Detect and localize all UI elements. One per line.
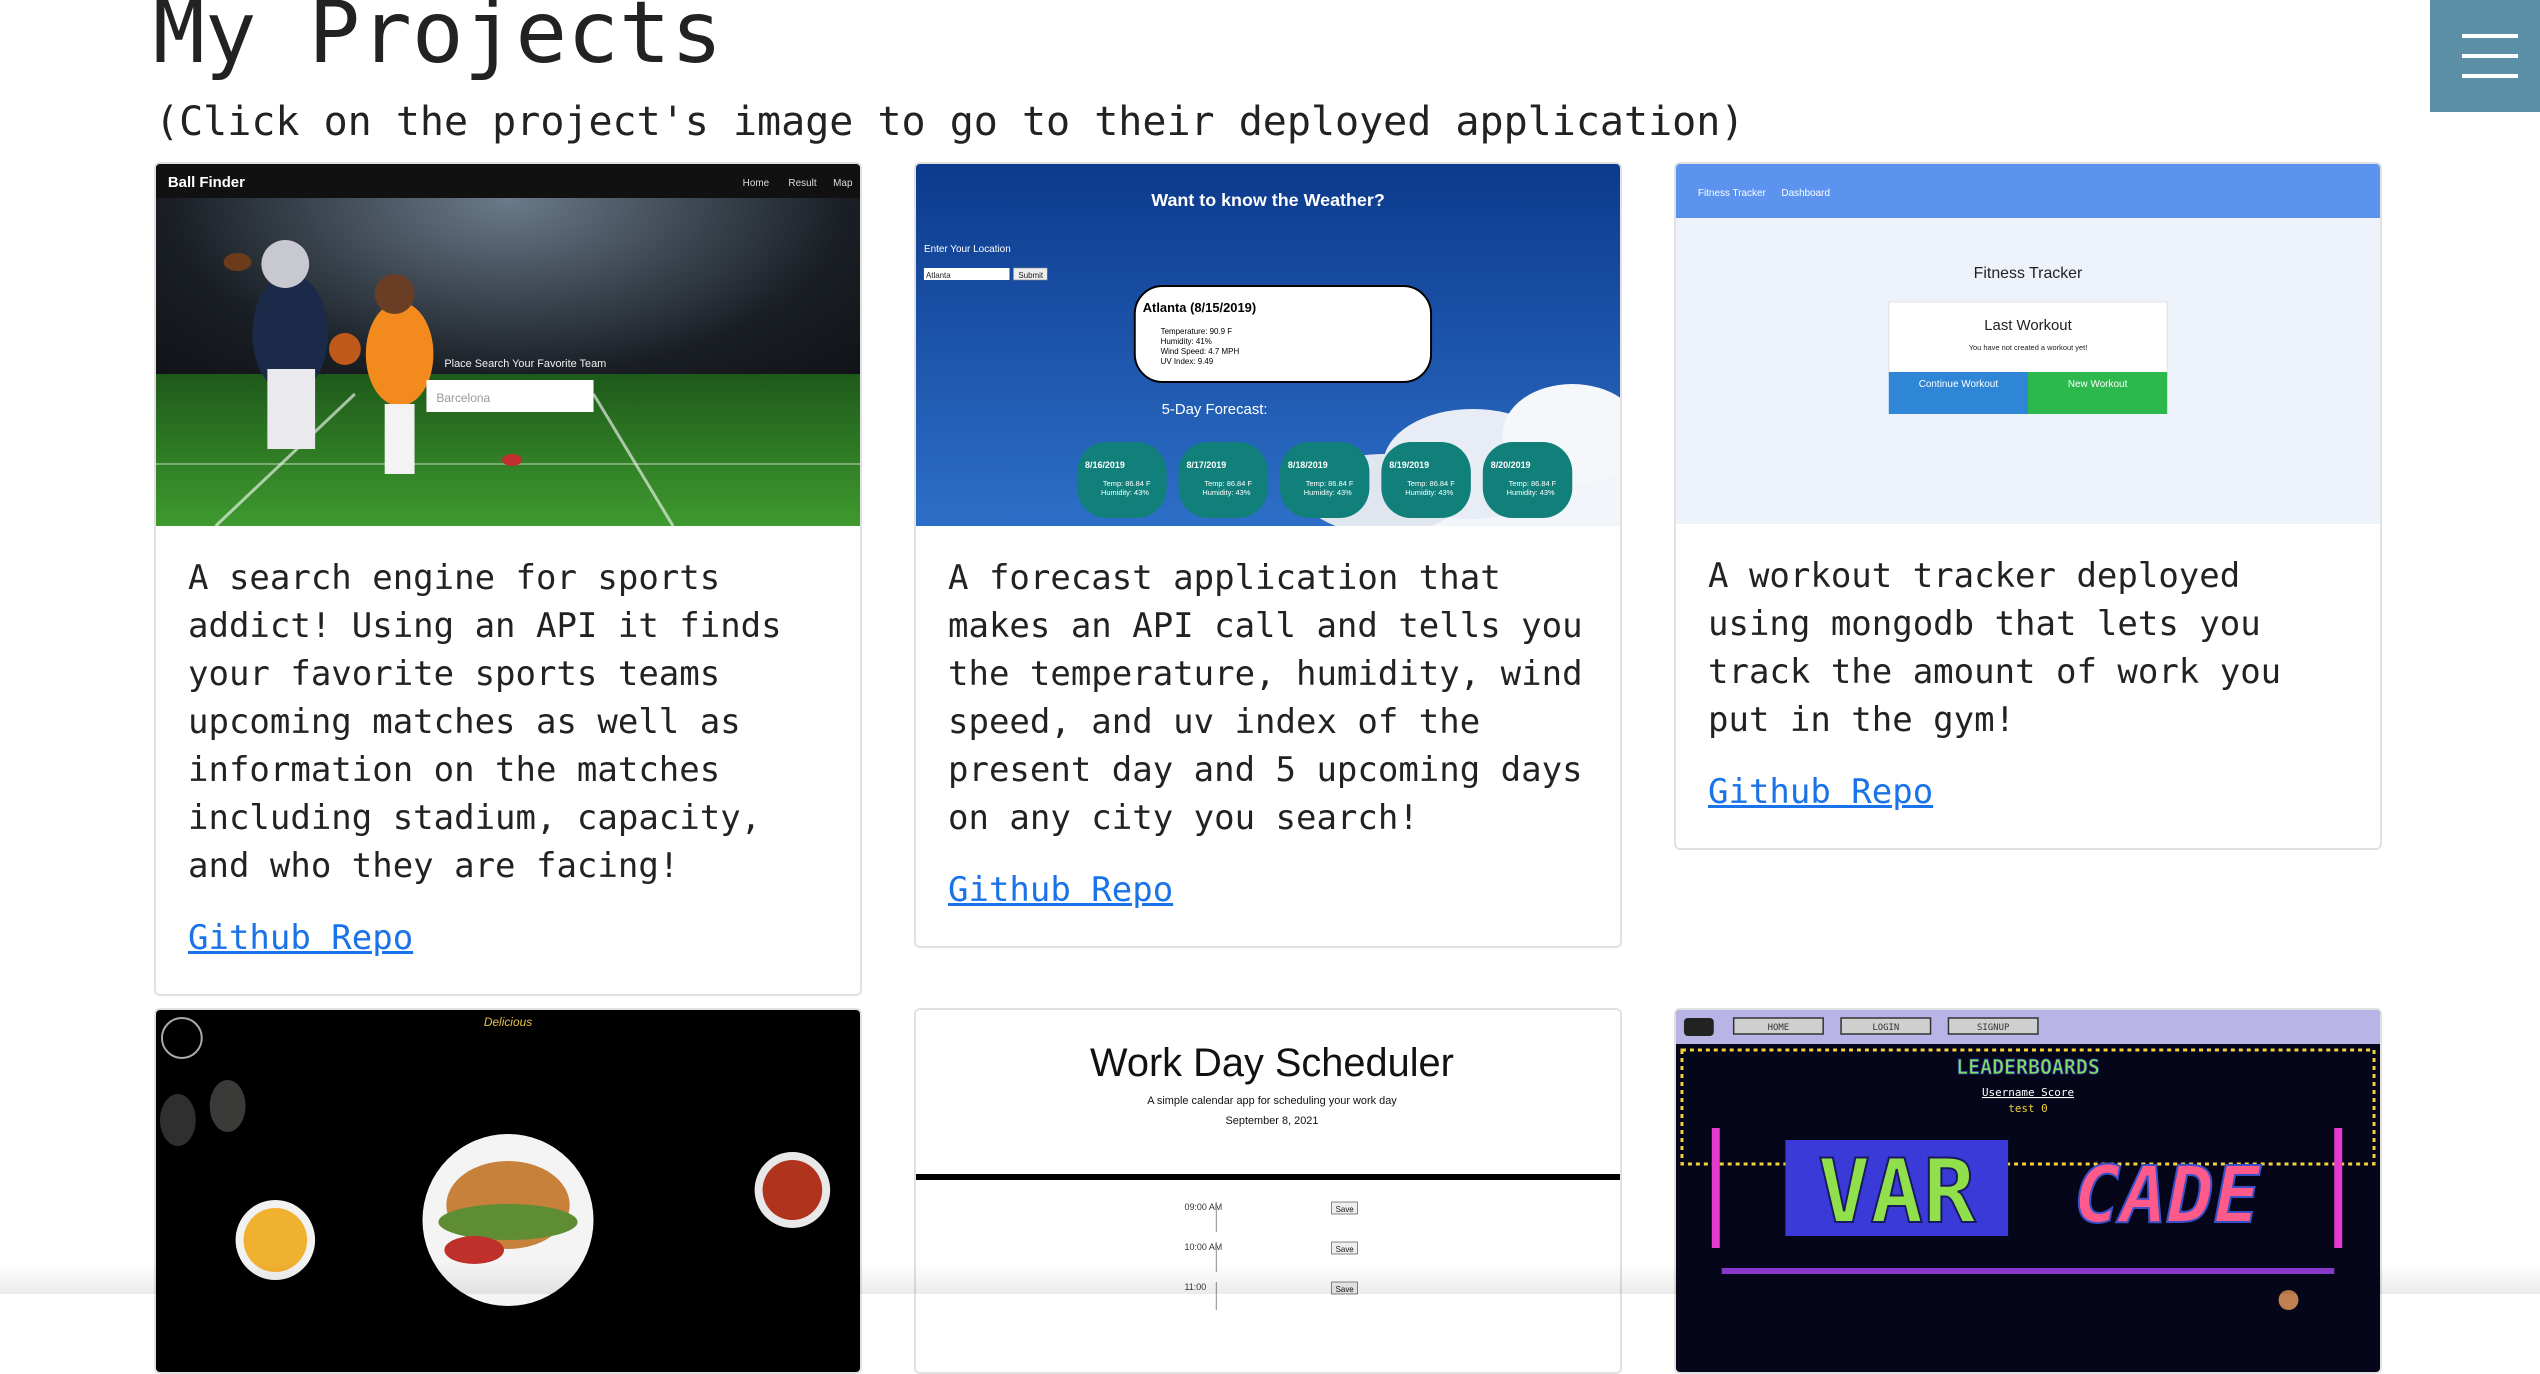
github-repo-link[interactable]: Github Repo (948, 870, 1173, 910)
varcade-leaderboard-title: LEADERBOARDS (1956, 1055, 2100, 1079)
scheduler-save-3: Save (1336, 1285, 1355, 1294)
hamburger-menu-button[interactable] (2430, 0, 2540, 112)
weather-city: Atlanta (8/15/2019) (1143, 300, 1256, 315)
weather-stat-wind: Wind Speed: 4.7 MPH (1161, 347, 1240, 356)
weather-location-input: Atlanta (926, 271, 951, 280)
page-subtitle: (Click on the project's image to go to t… (155, 99, 1745, 145)
ball-finder-tagline: Place Search Your Favorite Team (444, 358, 606, 370)
svg-text:8/17/2019: 8/17/2019 (1186, 460, 1226, 470)
svg-text:Humidity: 43%: Humidity: 43% (1202, 488, 1250, 497)
svg-text:8/16/2019: 8/16/2019 (1085, 460, 1125, 470)
fitness-heading: Fitness Tracker (1974, 265, 2083, 282)
svg-text:Temp: 86.84 F: Temp: 86.84 F (1103, 479, 1151, 488)
project-description: A forecast application that makes an API… (948, 558, 1583, 838)
fitness-nav-brand: Fitness Tracker (1698, 188, 1767, 199)
weather-stat-uv: UV Index: 9.49 (1161, 357, 1214, 366)
fitness-card-title: Last Workout (1984, 317, 2072, 334)
weather-heading: Want to know the Weather? (1151, 190, 1385, 210)
project-card-ball-finder: Ball Finder Home Result Map Place Search… (154, 162, 862, 996)
weather-stat-temp: Temperature: 90.9 F (1161, 327, 1233, 336)
varcade-nav-home: HOME (1768, 1023, 1790, 1033)
svg-text:Temp: 86.84 F: Temp: 86.84 F (1204, 479, 1252, 488)
scheduler-save-2: Save (1336, 1245, 1355, 1254)
project-description: A workout tracker deployed using mongodb… (1708, 556, 2282, 740)
svg-text:Humidity: 43%: Humidity: 43% (1304, 488, 1352, 497)
delicious-title: Delicious (484, 1015, 532, 1029)
svg-text:8/20/2019: 8/20/2019 (1491, 460, 1531, 470)
scheduler-tagline: A simple calendar app for scheduling you… (1147, 1095, 1397, 1107)
forecast-day-2: 8/17/2019 Temp: 86.84 F Humidity: 43% (1178, 442, 1268, 518)
project-screenshot-delicious[interactable]: Delicious (156, 1010, 860, 1372)
forecast-day-3: 8/18/2019 Temp: 86.84 F Humidity: 43% (1279, 442, 1370, 518)
fitness-nav-dashboard: Dashboard (1781, 188, 1830, 199)
weather-location-label: Enter Your Location (924, 244, 1011, 255)
scheduler-date: September 8, 2021 (1226, 1115, 1319, 1127)
project-card-varcade: HOME LOGIN SIGNUP LEADERBOARDS Username … (1674, 1008, 2382, 1374)
ball-finder-nav-map: Map (833, 178, 853, 189)
varcade-score-row: test 0 (2008, 1102, 2047, 1115)
svg-text:Temp: 86.84 F: Temp: 86.84 F (1509, 479, 1557, 488)
weather-stat-humidity: Humidity: 41% (1161, 337, 1212, 346)
project-screenshot-fitness-tracker[interactable]: Fitness Tracker Dashboard Fitness Tracke… (1676, 164, 2380, 524)
svg-text:Humidity: 43%: Humidity: 43% (1101, 488, 1149, 497)
project-card-delicious: Delicious (154, 1008, 862, 1374)
varcade-nav-signup: SIGNUP (1977, 1023, 2009, 1033)
project-card-weather-dashboard: Want to know the Weather? Enter Your Loc… (914, 162, 1622, 948)
svg-text:Humidity: 43%: Humidity: 43% (1507, 488, 1555, 497)
weather-forecast-label: 5-Day Forecast: (1162, 401, 1268, 418)
forecast-day-1: 8/16/2019 Temp: 86.84 F Humidity: 43% (1077, 442, 1167, 518)
fitness-continue-button: Continue Workout (1919, 379, 1999, 390)
fitness-new-button: New Workout (2068, 379, 2128, 390)
page-title: My Projects (153, 0, 723, 83)
varcade-logo-cade: CADE (2074, 1151, 2262, 1241)
project-screenshot-weather-dashboard[interactable]: Want to know the Weather? Enter Your Loc… (916, 164, 1620, 526)
svg-text:Humidity: 43%: Humidity: 43% (1405, 488, 1453, 497)
svg-text:Temp: 86.84 F: Temp: 86.84 F (1407, 479, 1455, 488)
varcade-nav-login: LOGIN (1872, 1023, 1899, 1033)
project-card-fitness-tracker: Fitness Tracker Dashboard Fitness Tracke… (1674, 162, 2382, 850)
project-screenshot-work-day-scheduler[interactable]: Work Day Scheduler A simple calendar app… (916, 1010, 1620, 1372)
ball-finder-brand: Ball Finder (168, 174, 245, 191)
ball-finder-search: Barcelona (436, 391, 490, 405)
scheduler-save-1: Save (1336, 1205, 1355, 1214)
svg-text:Temp: 86.84 F: Temp: 86.84 F (1306, 479, 1354, 488)
forecast-day-4: 8/19/2019 Temp: 86.84 F Humidity: 43% (1381, 442, 1471, 518)
ball-finder-nav-home: Home (743, 178, 770, 189)
varcade-logo-var: VAR (1818, 1141, 1976, 1243)
scheduler-hour-3: 11:00 (1184, 1282, 1206, 1292)
varcade-columns: Username Score (1982, 1086, 2074, 1099)
project-screenshot-ball-finder[interactable]: Ball Finder Home Result Map Place Search… (156, 164, 860, 526)
ball-finder-nav-result: Result (788, 178, 816, 189)
scheduler-title: Work Day Scheduler (1090, 1041, 1454, 1085)
project-card-work-day-scheduler: Work Day Scheduler A simple calendar app… (914, 1008, 1622, 1374)
project-description: A search engine for sports addict! Using… (188, 558, 782, 886)
svg-text:8/19/2019: 8/19/2019 (1389, 460, 1429, 470)
github-repo-link[interactable]: Github Repo (1708, 772, 1933, 812)
weather-submit: Submit (1018, 271, 1044, 280)
forecast-day-5: 8/20/2019 Temp: 86.84 F Humidity: 43% (1482, 442, 1573, 518)
github-repo-link[interactable]: Github Repo (188, 918, 413, 958)
svg-text:8/18/2019: 8/18/2019 (1288, 460, 1328, 470)
fitness-card-text: You have not created a workout yet! (1969, 343, 2088, 352)
project-screenshot-varcade[interactable]: HOME LOGIN SIGNUP LEADERBOARDS Username … (1676, 1010, 2380, 1372)
